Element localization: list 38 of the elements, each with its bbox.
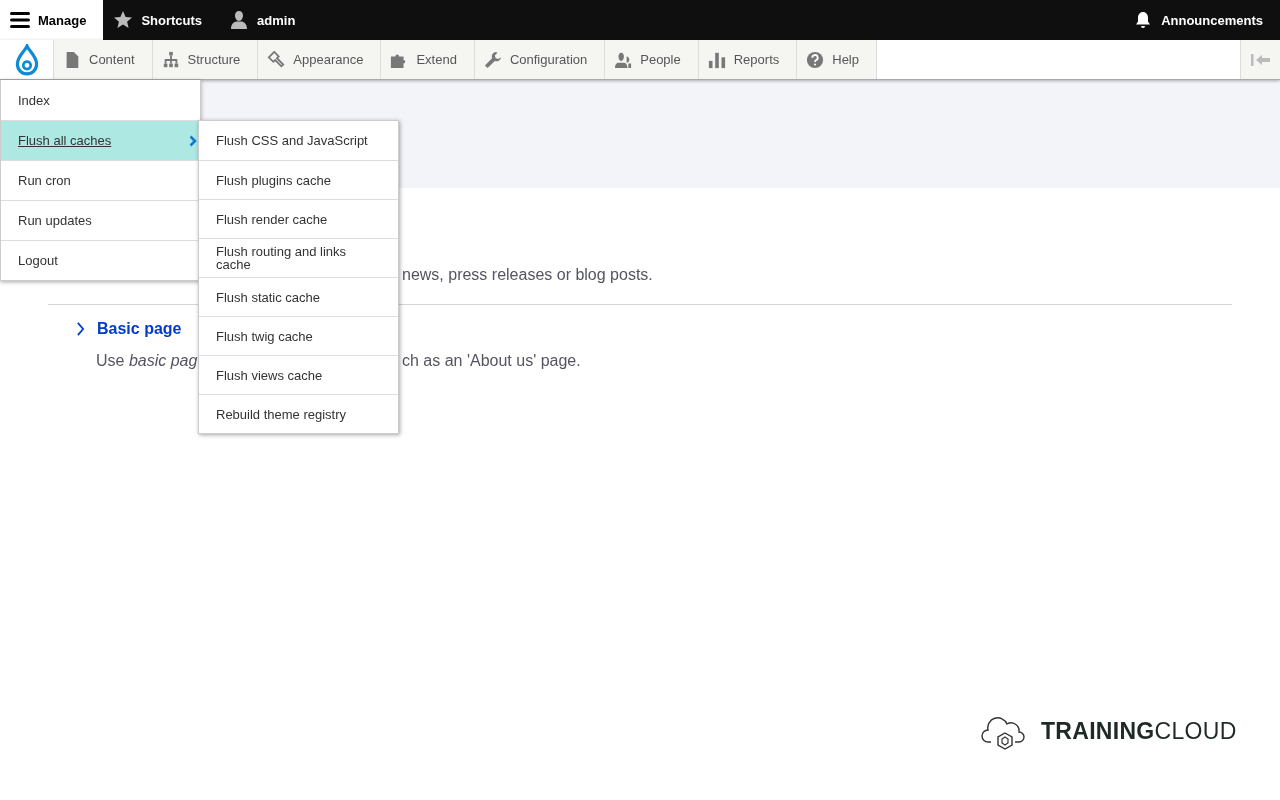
menu-item[interactable]: Flush twig cache [199,316,398,355]
description-text: news, press releases or blog posts. [402,266,653,283]
menu-item[interactable]: Index [1,80,200,120]
menu-item[interactable]: Flush static cache [199,277,398,316]
arrow-left-icon [1250,52,1271,67]
help-icon [806,50,825,69]
menu-item[interactable]: Flush views cache [199,355,398,394]
people-icon [614,50,633,69]
description-text: Use basic pag [96,352,199,370]
logo-text: TRAININGCLOUD [1041,717,1237,745]
menu-item[interactable]: Flush render cache [199,199,398,238]
bar-chart-icon [707,50,726,69]
menu-item[interactable]: Flush plugins cache [199,160,398,199]
admin-menu-item[interactable]: Configuration [474,40,606,79]
announcements-link[interactable]: Announcements [1123,0,1280,40]
toolbar-tab[interactable]: Manage [0,0,104,40]
menu-item[interactable]: Rebuild theme registry [199,394,398,433]
admin-menu-item[interactable]: Reports [698,40,798,79]
admin-menu-item[interactable]: Extend [381,40,475,79]
toolbar-tab[interactable]: admin [219,0,313,40]
admin-menu-item[interactable]: People [605,40,699,79]
chevron-right-icon [76,322,85,336]
admin-menu-item[interactable]: Content [54,40,153,79]
star-icon [113,10,134,30]
admin-menu-item[interactable]: Appearance [258,40,382,79]
admin-menu-item[interactable]: Help [797,40,877,79]
menu-item[interactable]: Flush routing and links cache [199,238,398,277]
menu-icon [10,10,30,30]
hammer-icon [267,50,286,69]
menu-item[interactable]: Flush all caches [1,120,200,160]
toolbar-tab[interactable]: Shortcuts [103,0,220,40]
wrench-icon [483,50,502,69]
description-text: ch as an 'About us' page. [402,352,581,370]
sitemap-icon [161,50,180,69]
content-type-link[interactable]: Basic page [76,320,182,338]
user-icon [229,10,250,30]
admin-menu-item[interactable]: Structure [152,40,259,79]
menu-item[interactable]: Flush CSS and JavaScript [199,121,398,160]
